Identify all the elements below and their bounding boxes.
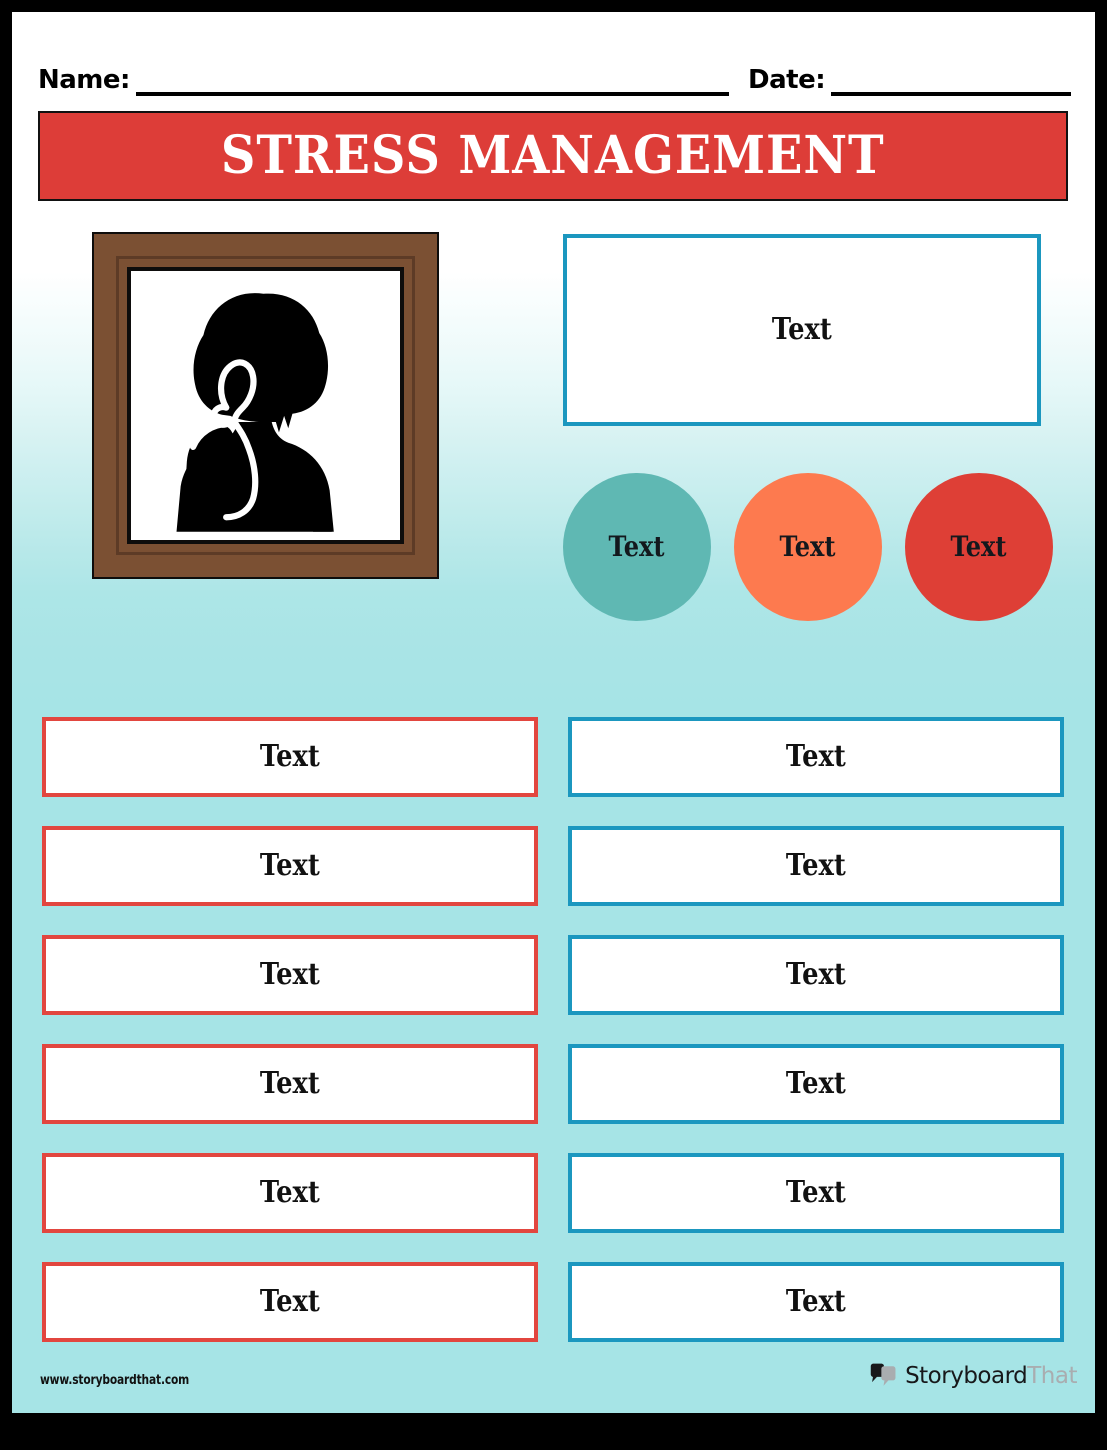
name-date-row: Name: Date: (12, 50, 1095, 96)
circle-teal[interactable]: Text (563, 473, 711, 621)
frame-mat (127, 267, 404, 544)
grid-box-label: Text (786, 957, 846, 992)
grid-box-left-5[interactable]: Text (42, 1153, 538, 1233)
page-title: STRESS MANAGEMENT (221, 125, 885, 186)
person-silhouette-icon (176, 293, 334, 532)
speech-bubbles-icon (870, 1363, 896, 1386)
grid-box-right-1[interactable]: Text (568, 717, 1064, 797)
grid-box-right-6[interactable]: Text (568, 1262, 1064, 1342)
circle-row: Text Text Text (563, 473, 1053, 621)
circle-red-label: Text (951, 530, 1007, 563)
grid-box-label: Text (260, 848, 320, 883)
grid-box-left-4[interactable]: Text (42, 1044, 538, 1124)
top-text-box[interactable]: Text (563, 234, 1041, 426)
name-input-line[interactable] (135, 91, 729, 96)
grid-box-label: Text (260, 1175, 320, 1210)
footer: www.storyboardthat.com Storyboard That (12, 1353, 1095, 1413)
worksheet-sheet: Name: Date: STRESS MANAGEMENT Text Text … (12, 12, 1095, 1413)
circle-teal-label: Text (609, 530, 665, 563)
grid-box-label: Text (260, 1284, 320, 1319)
illustration-frame (92, 232, 439, 579)
logo-secondary-text: That (1027, 1362, 1077, 1389)
answer-grid: Text Text Text Text Text Text Text Text … (42, 717, 1064, 1357)
top-text-box-label: Text (772, 312, 832, 347)
grid-box-label: Text (260, 1066, 320, 1101)
grid-box-right-2[interactable]: Text (568, 826, 1064, 906)
frame-bevel (116, 256, 415, 555)
grid-box-left-6[interactable]: Text (42, 1262, 538, 1342)
circle-red[interactable]: Text (905, 473, 1053, 621)
date-input-line[interactable] (831, 91, 1071, 96)
grid-box-left-3[interactable]: Text (42, 935, 538, 1015)
grid-box-right-5[interactable]: Text (568, 1153, 1064, 1233)
grid-box-label: Text (786, 848, 846, 883)
grid-box-left-2[interactable]: Text (42, 826, 538, 906)
grid-box-label: Text (786, 1284, 846, 1319)
grid-box-label: Text (786, 1175, 846, 1210)
grid-box-right-4[interactable]: Text (568, 1044, 1064, 1124)
circle-orange[interactable]: Text (734, 473, 882, 621)
logo-primary-text: Storyboard (905, 1362, 1028, 1389)
grid-box-label: Text (786, 739, 846, 774)
name-label: Name: (38, 65, 130, 95)
title-banner: STRESS MANAGEMENT (38, 111, 1068, 201)
footer-url[interactable]: www.storyboardthat.com (40, 1373, 189, 1388)
circle-orange-label: Text (780, 530, 836, 563)
grid-box-right-3[interactable]: Text (568, 935, 1064, 1015)
storyboardthat-logo[interactable]: Storyboard That (869, 1361, 1077, 1391)
grid-box-label: Text (260, 957, 320, 992)
grid-box-label: Text (260, 739, 320, 774)
worksheet-page: Name: Date: STRESS MANAGEMENT Text Text … (0, 0, 1107, 1450)
grid-box-label: Text (786, 1066, 846, 1101)
date-label: Date: (748, 65, 826, 95)
grid-box-left-1[interactable]: Text (42, 717, 538, 797)
